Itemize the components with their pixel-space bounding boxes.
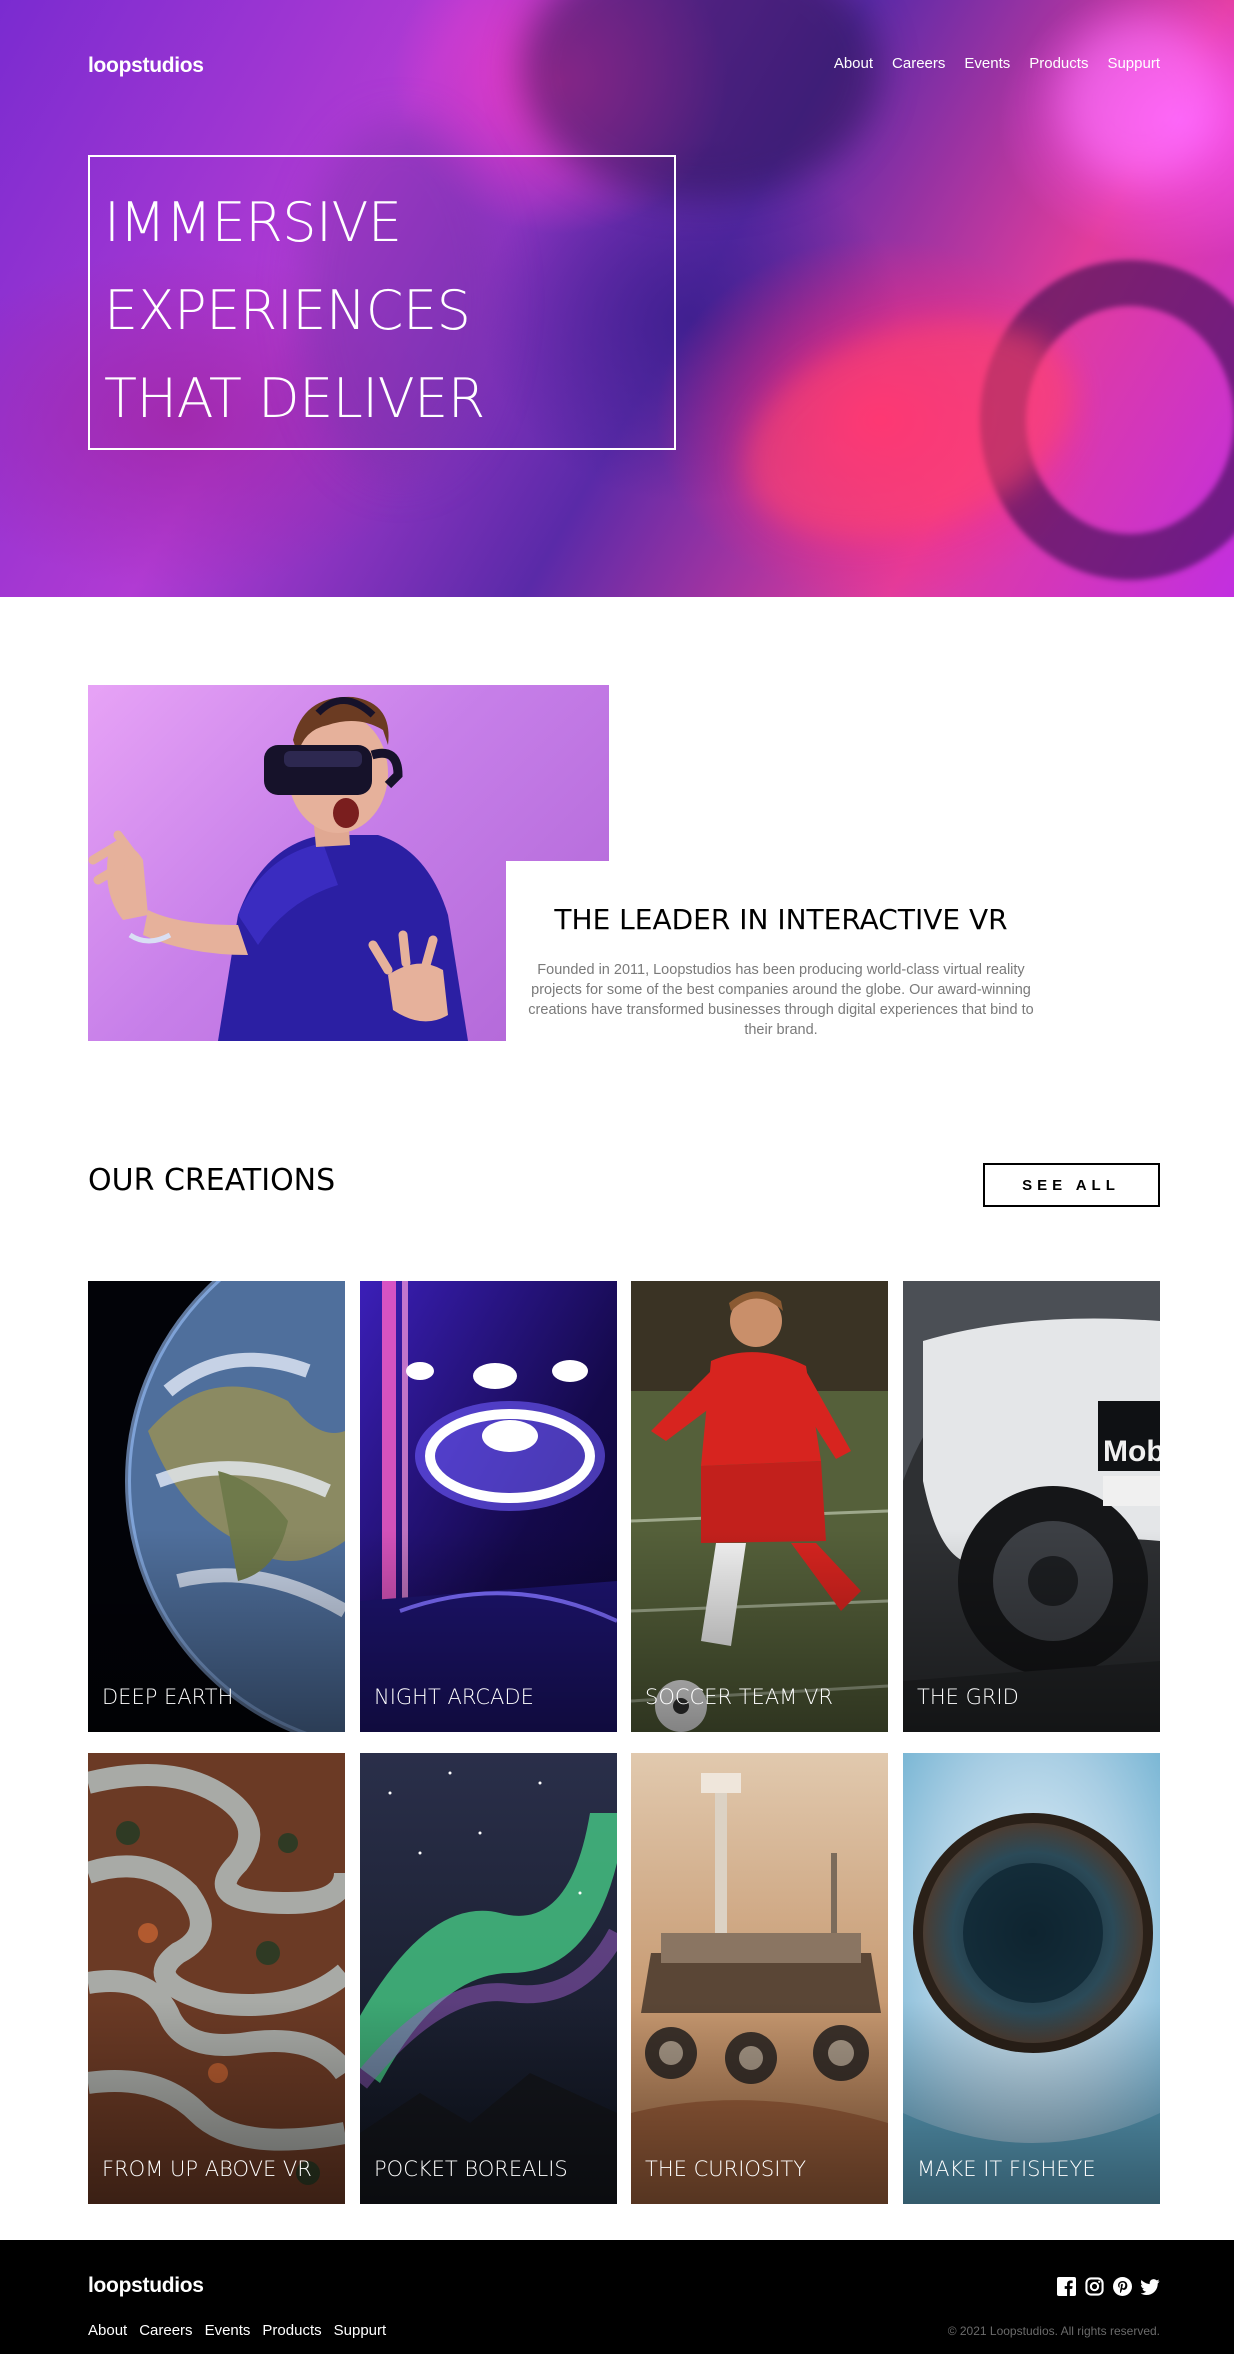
footer-nav: About Careers Events Products Suppurt — [88, 2322, 386, 2339]
card-shade — [903, 1753, 1160, 2204]
instagram-icon[interactable] — [1085, 2277, 1104, 2296]
footer-nav-support[interactable]: Suppurt — [334, 2322, 387, 2339]
card-shade — [88, 1753, 345, 2204]
card-shade — [360, 1753, 617, 2204]
creation-card-from-up-above-vr[interactable]: FROM UP ABOVE VR — [88, 1753, 345, 2204]
creations-title: OUR CREATIONS — [88, 1163, 336, 1198]
creation-label: DEEP EARTH — [102, 1685, 234, 1709]
hero-image-steering-wheel — [980, 260, 1234, 580]
card-shade — [903, 1281, 1160, 1732]
about-title: THE LEADER IN INTERACTIVE VR — [554, 903, 1008, 936]
creation-label: SOCCER TEAM VR — [645, 1685, 833, 1709]
creation-card-the-curiosity[interactable]: THE CURIOSITY — [631, 1753, 888, 2204]
site-footer: loopstudios About Careers Events Product… — [0, 2240, 1234, 2354]
card-shade — [631, 1281, 888, 1732]
nav-item-support[interactable]: Suppurt — [1107, 55, 1160, 72]
footer-nav-products[interactable]: Products — [262, 2322, 321, 2339]
nav-item-products[interactable]: Products — [1029, 55, 1088, 72]
facebook-icon[interactable] — [1057, 2277, 1076, 2296]
creation-label: POCKET BOREALIS — [374, 2157, 568, 2181]
hero-title-box: IMMERSIVE EXPERIENCES THAT DELIVER — [88, 155, 676, 450]
site-logo[interactable]: loopstudios — [88, 54, 204, 78]
nav-item-about[interactable]: About — [834, 55, 873, 72]
creation-label: MAKE IT FISHEYE — [917, 2157, 1096, 2181]
hero-image-light-streak — [717, 282, 1103, 578]
hero-section: loopstudios About Careers Events Product… — [0, 0, 1234, 597]
see-all-button[interactable]: SEE ALL — [983, 1163, 1160, 1207]
footer-logo[interactable]: loopstudios — [88, 2274, 204, 2298]
creation-card-deep-earth[interactable]: DEEP EARTH — [88, 1281, 345, 1732]
card-shade — [360, 1281, 617, 1732]
about-card: THE LEADER IN INTERACTIVE VR Founded in … — [506, 861, 1056, 1071]
creation-card-make-it-fisheye[interactable]: MAKE IT FISHEYE — [903, 1753, 1160, 2204]
nav-item-events[interactable]: Events — [964, 55, 1010, 72]
hero-title: IMMERSIVE EXPERIENCES THAT DELIVER — [104, 191, 485, 430]
footer-nav-about[interactable]: About — [88, 2322, 127, 2339]
copyright-text: © 2021 Loopstudios. All rights reserved. — [947, 2324, 1160, 2338]
nav-item-careers[interactable]: Careers — [892, 55, 945, 72]
creation-card-night-arcade[interactable]: NIGHT ARCADE — [360, 1281, 617, 1732]
hero-image-glow — [1060, 20, 1220, 180]
creation-label: NIGHT ARCADE — [374, 1685, 534, 1709]
creation-label: THE CURIOSITY — [645, 2157, 807, 2181]
creation-label: FROM UP ABOVE VR — [102, 2157, 312, 2181]
about-text: Founded in 2011, Loopstudios has been pr… — [528, 962, 1034, 1038]
card-shade — [631, 1753, 888, 2204]
social-links — [1057, 2277, 1160, 2296]
card-shade — [88, 1281, 345, 1732]
creation-label: THE GRID — [917, 1685, 1019, 1709]
footer-nav-careers[interactable]: Careers — [139, 2322, 192, 2339]
pinterest-icon[interactable] — [1113, 2277, 1132, 2296]
creation-card-pocket-borealis[interactable]: POCKET BOREALIS — [360, 1753, 617, 2204]
twitter-icon[interactable] — [1140, 2277, 1160, 2296]
main-nav: About Careers Events Products Suppurt — [834, 55, 1160, 72]
footer-nav-events[interactable]: Events — [205, 2322, 251, 2339]
creation-card-the-grid[interactable]: Mob THE GRID — [903, 1281, 1160, 1732]
creation-card-soccer-team-vr[interactable]: SOCCER TEAM VR — [631, 1281, 888, 1732]
